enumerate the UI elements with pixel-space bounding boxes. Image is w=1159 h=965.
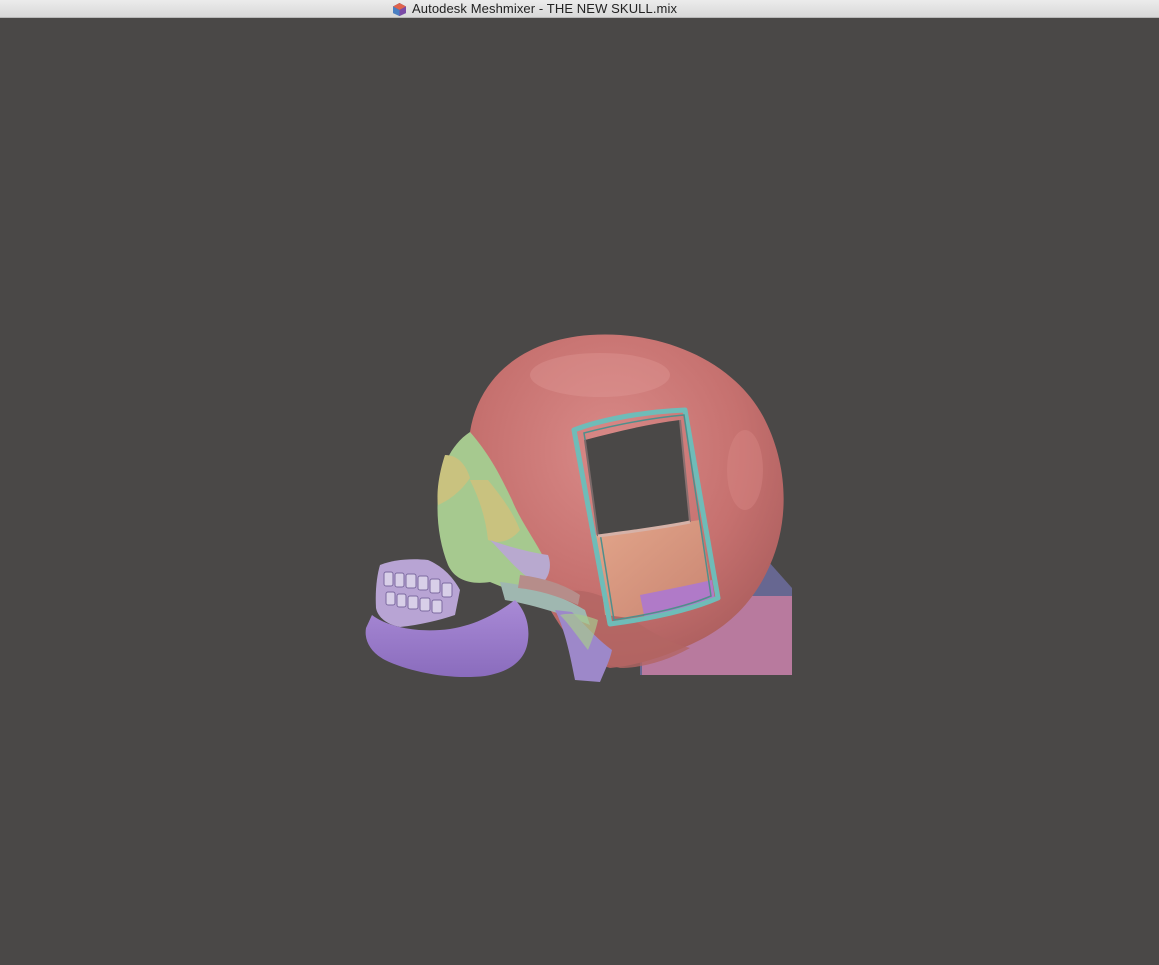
meshmixer-window: Autodesk Meshmixer - THE NEW SKULL.mix	[0, 0, 1159, 965]
window-title: Autodesk Meshmixer - THE NEW SKULL.mix	[412, 1, 678, 16]
window-titlebar[interactable]: Autodesk Meshmixer - THE NEW SKULL.mix	[0, 0, 1159, 18]
skull-model[interactable]	[0, 18, 1159, 965]
meshmixer-app-icon	[392, 2, 407, 17]
inset-opening	[585, 420, 690, 536]
3d-viewport[interactable]	[0, 18, 1159, 965]
window-title-group: Autodesk Meshmixer - THE NEW SKULL.mix	[392, 1, 677, 17]
